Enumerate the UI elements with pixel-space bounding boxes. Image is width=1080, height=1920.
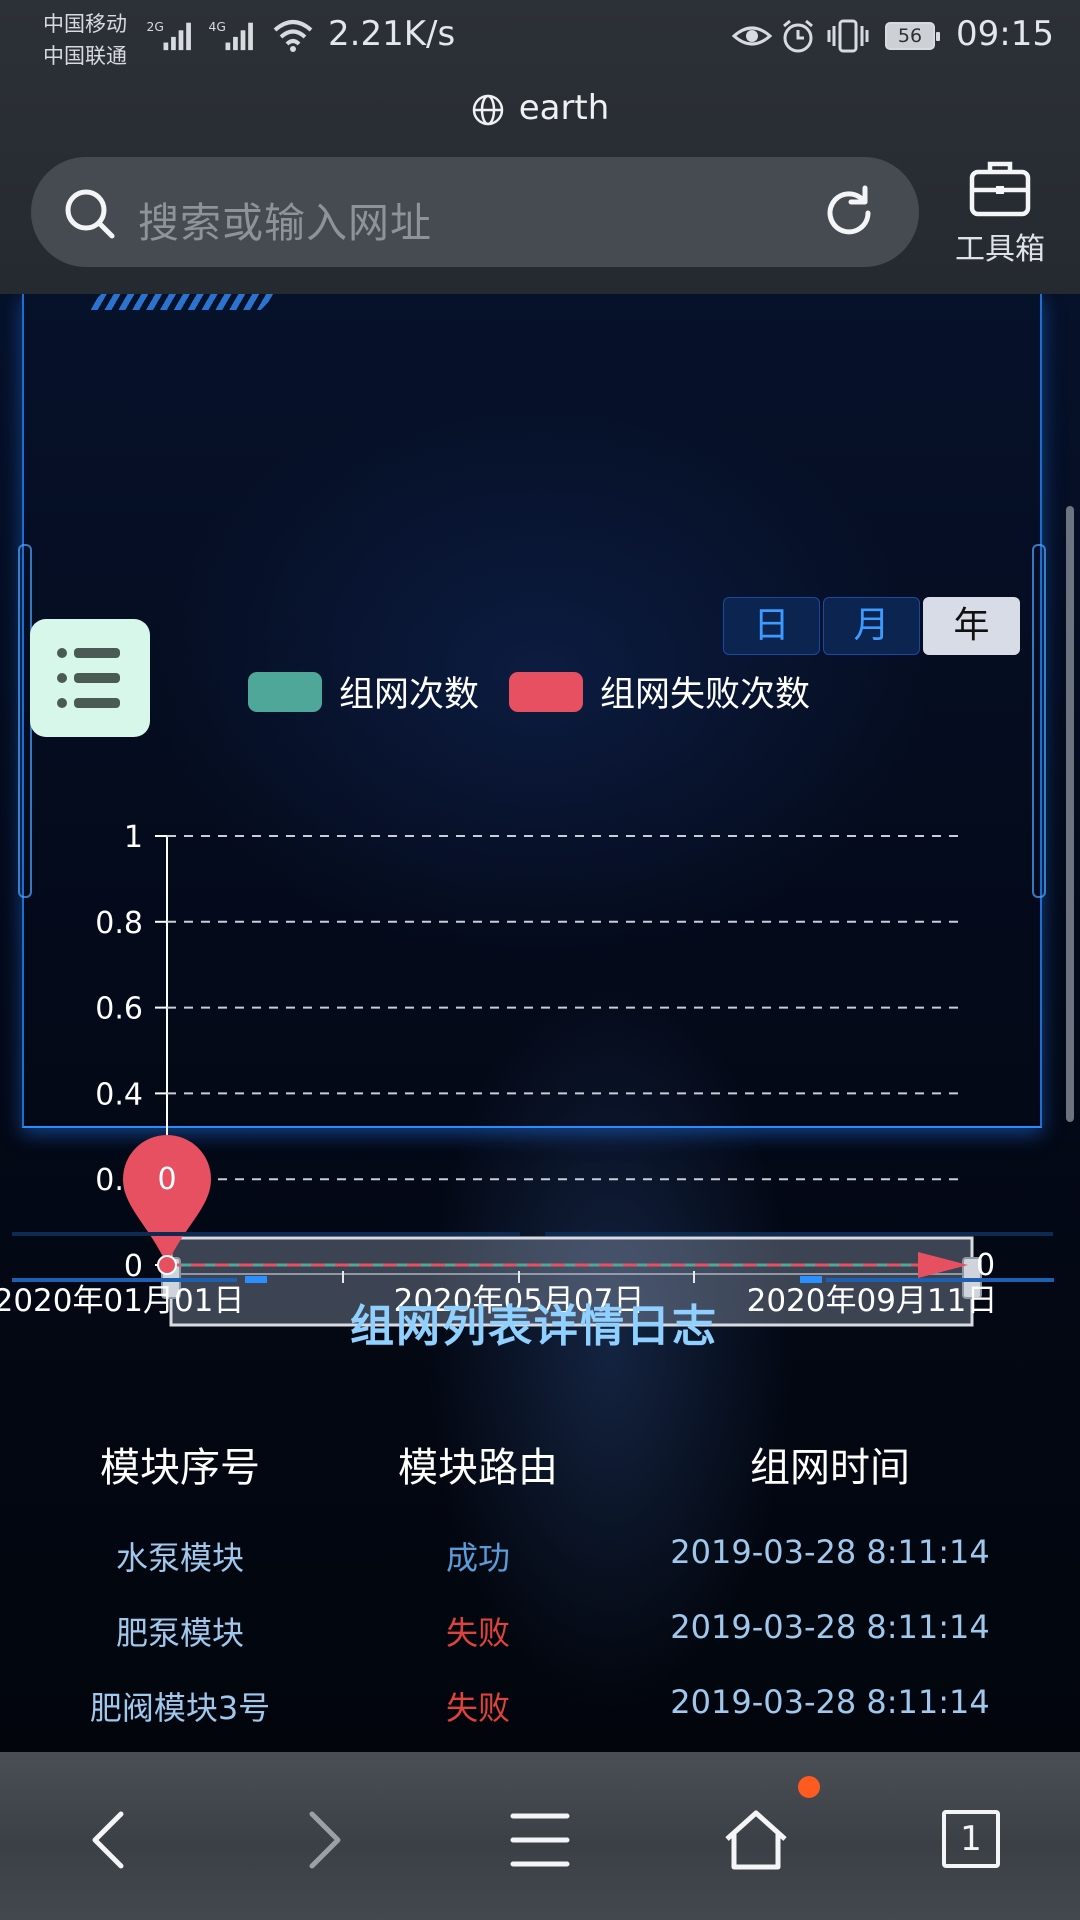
- back-button[interactable]: [68, 1800, 148, 1880]
- signal-4g-icon: 4G: [209, 20, 253, 51]
- chevron-left-icon: [92, 1811, 124, 1869]
- alarm-icon: [783, 19, 813, 53]
- tabs-button[interactable]: 1: [942, 1810, 1000, 1868]
- divider: [826, 1278, 1054, 1282]
- toolbox-button[interactable]: 工具箱: [940, 158, 1060, 268]
- chevron-right-icon: [309, 1811, 341, 1869]
- divider-accent: [800, 1276, 822, 1283]
- panel-decoration: [86, 294, 276, 310]
- y-tick-label: 0.8: [95, 906, 143, 941]
- cell-module: 肥泵模块: [115, 1614, 244, 1652]
- page-scrollbar[interactable]: [1066, 506, 1074, 1122]
- clock: 09:15: [956, 14, 1054, 54]
- search-input-placeholder[interactable]: 搜索或输入网址: [138, 189, 432, 249]
- marker-label: 0: [157, 1162, 176, 1197]
- y-tick-label: 1: [124, 820, 143, 855]
- divider-accent: [245, 1276, 267, 1283]
- address-bar[interactable]: 搜索或输入网址: [31, 157, 919, 267]
- column-header-time: 组网时间: [750, 1445, 910, 1491]
- wifi-icon: [273, 20, 313, 52]
- y-tick-label: 0.4: [95, 1077, 143, 1112]
- browser-chrome: 中国移动 中国联通 2G 4G 2.21K/s 56 09:15 earth 搜…: [0, 0, 1080, 294]
- list-icon: [57, 648, 120, 708]
- battery-indicator: 56: [885, 22, 940, 50]
- divider: [12, 1232, 520, 1236]
- hamburger-icon: [510, 1813, 570, 1867]
- vibrate-icon: [827, 19, 869, 53]
- site-title: earth: [518, 88, 610, 128]
- column-header-module: 模块序号: [100, 1445, 260, 1491]
- search-icon: [65, 189, 115, 239]
- cell-module: 水泵模块: [115, 1539, 244, 1577]
- y-tick-label: 0.6: [95, 992, 143, 1027]
- cell-time: 2019-03-28 8:11:14: [670, 1683, 990, 1721]
- carrier-1: 中国移动: [43, 12, 127, 36]
- column-header-route: 模块路由: [398, 1445, 558, 1491]
- home-icon: [725, 1810, 787, 1870]
- signal-2g-icon: 2G: [147, 20, 191, 51]
- site-title-row: earth: [0, 88, 1080, 128]
- browser-bottom-bar: [0, 1752, 1080, 1920]
- cell-time: 2019-03-28 8:11:14: [670, 1608, 990, 1646]
- eye-comfort-icon: [732, 26, 772, 46]
- menu-button[interactable]: [30, 619, 150, 737]
- menu-nav-button[interactable]: [500, 1800, 580, 1880]
- cell-module: 肥阀模块3号: [89, 1689, 271, 1727]
- notification-dot: [798, 1776, 820, 1798]
- carrier-2: 中国联通: [43, 44, 127, 68]
- reload-icon[interactable]: [821, 185, 877, 241]
- globe-icon: [472, 94, 503, 125]
- forward-button[interactable]: [285, 1800, 365, 1880]
- cell-route: 失败: [445, 1689, 510, 1727]
- toolbox-label: 工具箱: [955, 232, 1045, 267]
- toolbox-icon: [969, 161, 1031, 217]
- network-speed: 2.21K/s: [328, 14, 456, 54]
- cell-route: 失败: [445, 1614, 510, 1652]
- divider: [12, 1278, 237, 1282]
- divider: [545, 1232, 1053, 1236]
- home-button[interactable]: [716, 1800, 796, 1880]
- data-point: [157, 1255, 177, 1275]
- svg-text:4G: 4G: [209, 20, 226, 34]
- cell-route: 成功: [445, 1539, 510, 1577]
- log-title: 组网列表详情日志: [350, 1301, 718, 1352]
- cell-time: 2019-03-28 8:11:14: [670, 1533, 990, 1571]
- svg-text:2G: 2G: [147, 20, 164, 34]
